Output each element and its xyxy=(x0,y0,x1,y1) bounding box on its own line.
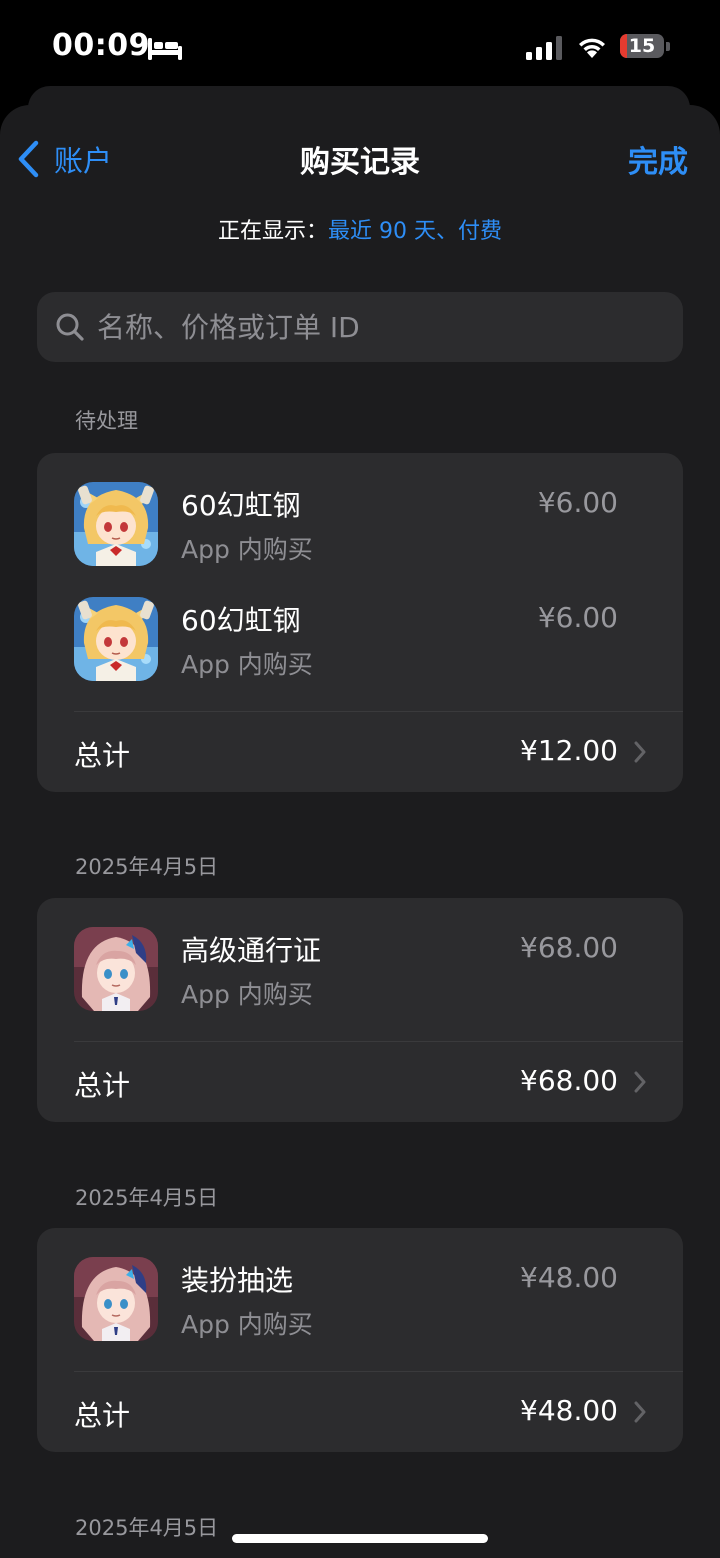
item-price: ¥6.00 xyxy=(537,601,618,634)
chevron-right-icon xyxy=(634,1401,646,1423)
total-label: 总计 xyxy=(74,1399,131,1432)
item-name: 装扮抽选 xyxy=(181,1264,294,1297)
total-label: 总计 xyxy=(74,1069,131,1102)
filter-summary: 正在显示：最近 90 天、付费 xyxy=(0,213,720,245)
battery-tip xyxy=(666,42,670,51)
item-type: App 内购买 xyxy=(181,980,313,1009)
clock: 00:09 xyxy=(52,28,150,63)
battery-body: 15 xyxy=(620,34,664,58)
chevron-right-icon xyxy=(634,1071,646,1093)
item-type: App 内购买 xyxy=(181,1310,313,1339)
item-price: ¥6.00 xyxy=(537,486,618,519)
section-header-date: 2025年4月5日 xyxy=(75,1516,219,1540)
item-price: ¥48.00 xyxy=(520,1261,618,1294)
chevron-right-icon xyxy=(634,741,646,763)
purchase-card: 高级通行证 App 内购买 ¥68.00 总计 ¥68.00 xyxy=(37,898,683,1122)
battery-level: 15 xyxy=(628,35,656,57)
screen: 00:09 15 账户 购买记录 完成 正在显示：最近 90 天、付费 名称、价… xyxy=(0,0,720,1558)
game-icon-blonde-character xyxy=(74,482,158,566)
purchase-item[interactable]: 高级通行证 App 内购买 ¥68.00 xyxy=(37,898,683,1013)
cellular-signal-icon xyxy=(526,36,562,60)
item-name: 60幻虹钢 xyxy=(181,604,301,637)
game-icon-blonde-character xyxy=(74,597,158,681)
purchase-item[interactable]: 60幻虹钢 App 内购买 ¥6.00 xyxy=(37,453,683,568)
section-header-pending: 待处理 xyxy=(75,409,138,433)
total-row[interactable]: 总计 ¥12.00 xyxy=(37,712,683,792)
item-type: App 内购买 xyxy=(181,535,313,564)
item-price: ¥68.00 xyxy=(520,931,618,964)
filter-prefix: 正在显示： xyxy=(218,219,329,244)
purchase-history-sheet: 账户 购买记录 完成 正在显示：最近 90 天、付费 待处理 60幻虹钢 App… xyxy=(0,105,720,1558)
item-name: 高级通行证 xyxy=(181,934,322,967)
filter-value-link[interactable]: 最近 90 天、付费 xyxy=(328,219,502,244)
battery-indicator: 15 xyxy=(620,34,672,60)
section-header-date: 2025年4月5日 xyxy=(75,855,219,879)
purchase-item[interactable]: 装扮抽选 App 内购买 ¥48.00 xyxy=(37,1228,683,1343)
total-value: ¥48.00 xyxy=(520,1394,618,1427)
home-indicator[interactable] xyxy=(232,1534,488,1543)
total-row[interactable]: 总计 ¥68.00 xyxy=(37,1042,683,1122)
status-bar: 00:09 15 xyxy=(0,0,720,96)
total-value: ¥12.00 xyxy=(520,734,618,767)
section-header-date: 2025年4月5日 xyxy=(75,1186,219,1210)
total-value: ¥68.00 xyxy=(520,1064,618,1097)
item-type: App 内购买 xyxy=(181,650,313,679)
search-icon xyxy=(56,313,84,341)
purchase-item[interactable]: 60幻虹钢 App 内购买 ¥6.00 xyxy=(37,568,683,683)
bed-icon xyxy=(148,38,182,60)
game-icon-pink-hair-character xyxy=(74,927,158,1011)
total-row[interactable]: 总计 ¥48.00 xyxy=(37,1372,683,1452)
purchase-card: 装扮抽选 App 内购买 ¥48.00 总计 ¥48.00 xyxy=(37,1228,683,1452)
item-name: 60幻虹钢 xyxy=(181,489,301,522)
total-label: 总计 xyxy=(74,739,131,772)
done-button[interactable]: 完成 xyxy=(628,137,688,181)
game-icon-pink-hair-character xyxy=(74,1257,158,1341)
search-input[interactable] xyxy=(95,309,659,345)
page-title: 购买记录 xyxy=(300,145,420,180)
search-bar[interactable] xyxy=(37,292,683,362)
wifi-icon xyxy=(579,38,605,58)
purchase-card-pending: 60幻虹钢 App 内购买 ¥6.00 60幻虹钢 App 内购买 ¥6.00 … xyxy=(37,453,683,792)
